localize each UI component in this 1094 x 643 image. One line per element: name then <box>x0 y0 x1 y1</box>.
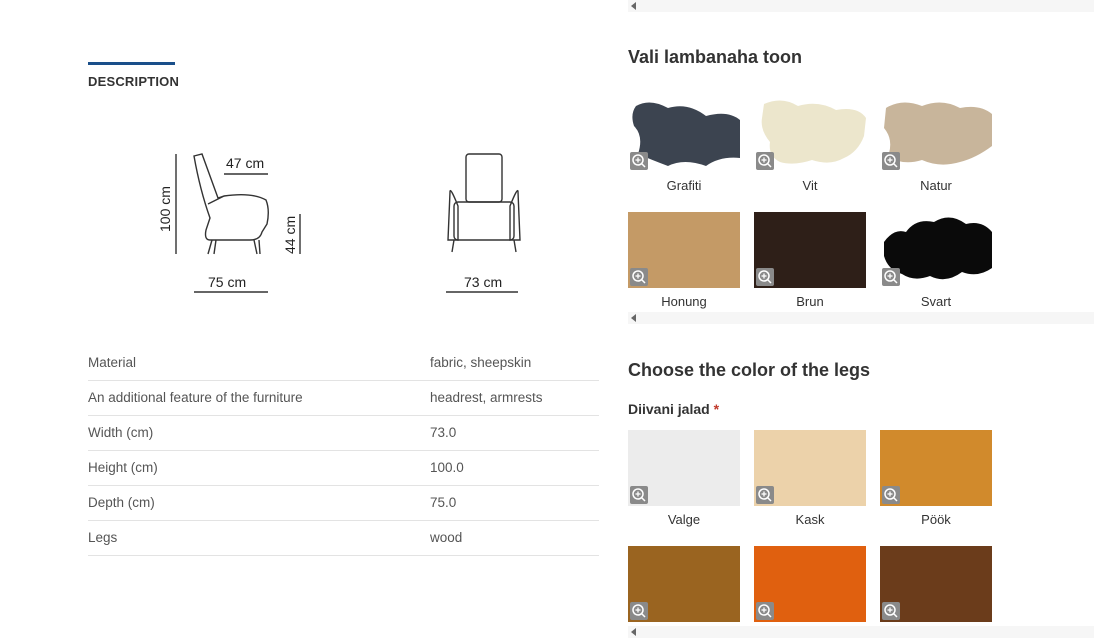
spec-label: An additional feature of the furniture <box>88 390 303 405</box>
swatch-vit[interactable]: Vit <box>754 96 866 193</box>
swatch-valge[interactable]: Valge <box>628 430 740 527</box>
scroll-left-arrow-icon[interactable] <box>631 2 636 10</box>
swatch-image <box>754 212 866 288</box>
spec-value: 100.0 <box>430 460 464 475</box>
legs-scrollbar[interactable] <box>628 626 1094 638</box>
zoom-icon[interactable] <box>882 602 900 620</box>
swatch-image <box>628 96 740 172</box>
swatch-svart[interactable]: Svart <box>880 212 992 309</box>
table-row: Width (cm) 73.0 <box>88 416 599 451</box>
swatch-image <box>880 546 992 622</box>
required-mark: * <box>713 401 720 417</box>
chair-front-view <box>447 153 521 253</box>
swatch-brun[interactable]: Brun <box>754 212 866 309</box>
swatch-image <box>754 96 866 172</box>
swatch-wood-4[interactable] <box>628 546 740 622</box>
zoom-icon[interactable] <box>882 486 900 504</box>
specs-table: Material fabric, sheepskin An additional… <box>88 346 599 556</box>
tab-description[interactable]: DESCRIPTION <box>88 74 179 89</box>
swatch-image <box>880 212 992 288</box>
swatch-label: Honung <box>661 294 707 309</box>
zoom-icon[interactable] <box>630 268 648 286</box>
zoom-icon[interactable] <box>756 152 774 170</box>
table-row: Height (cm) 100.0 <box>88 451 599 486</box>
swatch-label: Grafiti <box>666 178 702 193</box>
spec-value: wood <box>430 530 463 545</box>
swatch-label: Natur <box>920 178 952 193</box>
swatch-label: Svart <box>920 294 952 309</box>
legs-section-title: Choose the color of the legs <box>628 360 871 380</box>
dim-depth-label: 75 cm <box>208 274 246 290</box>
swatch-image <box>754 546 866 622</box>
swatch-image <box>628 430 740 506</box>
sheepskin-scrollbar[interactable] <box>628 312 1094 324</box>
top-scrollbar[interactable] <box>628 0 1094 12</box>
zoom-icon[interactable] <box>756 486 774 504</box>
swatch-wood-5[interactable] <box>754 546 866 622</box>
zoom-icon[interactable] <box>756 602 774 620</box>
swatch-label: Brun <box>796 294 824 309</box>
zoom-icon[interactable] <box>882 152 900 170</box>
spec-label: Material <box>88 355 137 370</box>
table-row: An additional feature of the furniture h… <box>88 381 599 416</box>
swatch-label: Valge <box>667 512 701 527</box>
table-row: Material fabric, sheepskin <box>88 346 599 381</box>
swatch-image <box>880 96 992 172</box>
legs-field-label-text: Diivani jalad <box>628 401 710 417</box>
legs-field-label: Diivani jalad * <box>628 401 719 417</box>
spec-value: 75.0 <box>430 495 457 510</box>
spec-label: Height (cm) <box>88 460 158 475</box>
swatch-kask[interactable]: Kask <box>754 430 866 527</box>
zoom-icon[interactable] <box>630 486 648 504</box>
swatch-label: Kask <box>795 512 825 527</box>
swatch-image <box>628 212 740 288</box>
zoom-icon[interactable] <box>630 602 648 620</box>
swatch-label: Vit <box>802 178 818 193</box>
swatch-natur[interactable]: Natur <box>880 96 992 193</box>
swatch-pook[interactable]: Pöök <box>880 430 992 527</box>
spec-value: fabric, sheepskin <box>430 355 532 370</box>
swatch-image <box>880 430 992 506</box>
spec-label: Depth (cm) <box>88 495 155 510</box>
table-row: Depth (cm) 75.0 <box>88 486 599 521</box>
dim-seat-height-label: 44 cm <box>282 216 298 254</box>
spec-value: headrest, armrests <box>430 390 543 405</box>
swatch-label: Pöök <box>921 512 951 527</box>
dim-front-width-label: 73 cm <box>464 274 502 290</box>
scroll-left-arrow-icon[interactable] <box>631 628 636 636</box>
zoom-icon[interactable] <box>756 268 774 286</box>
swatch-image <box>628 546 740 622</box>
swatch-image <box>754 430 866 506</box>
swatch-grafiti[interactable]: Grafiti <box>628 96 740 193</box>
spec-value: 73.0 <box>430 425 457 440</box>
sheepskin-section-title: Vali lambanaha toon <box>628 47 803 67</box>
swatch-honung[interactable]: Honung <box>628 212 740 309</box>
tab-active-indicator <box>88 62 175 65</box>
table-row: Legs wood <box>88 521 599 556</box>
zoom-icon[interactable] <box>882 268 900 286</box>
dim-height-label: 100 cm <box>157 186 173 232</box>
dim-top-width-label: 47 cm <box>226 155 264 171</box>
spec-label: Width (cm) <box>88 425 154 440</box>
dimensions-diagram: 100 cm 47 cm 44 cm 75 cm 73 cm <box>157 153 521 293</box>
swatch-wood-6[interactable] <box>880 546 992 622</box>
zoom-icon[interactable] <box>630 152 648 170</box>
scroll-left-arrow-icon[interactable] <box>631 314 636 322</box>
spec-label: Legs <box>88 530 118 545</box>
